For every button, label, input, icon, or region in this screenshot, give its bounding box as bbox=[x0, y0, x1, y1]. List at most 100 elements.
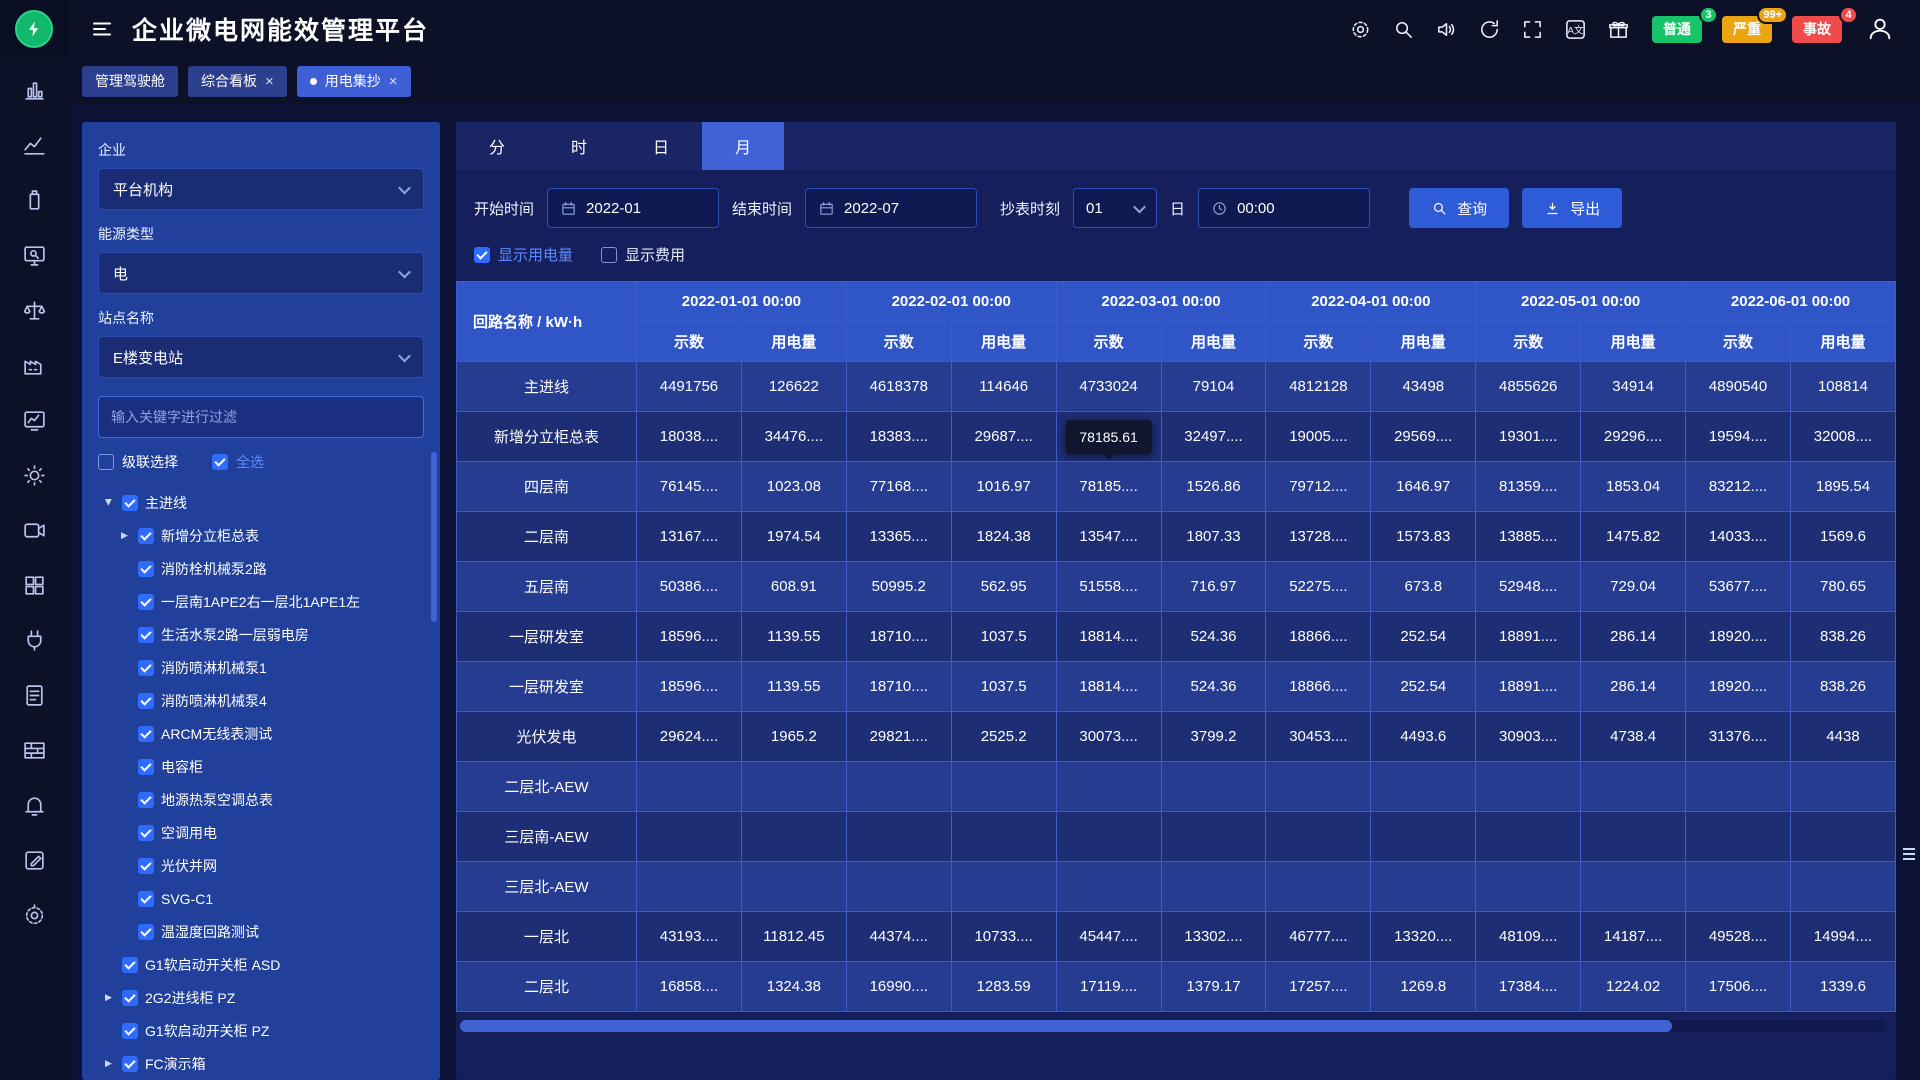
tab-管理驾驶舱[interactable]: 管理驾驶舱 bbox=[82, 66, 178, 97]
tree-scrollbar[interactable] bbox=[431, 452, 437, 622]
caret-down-icon[interactable]: ▶ bbox=[103, 496, 114, 509]
trend-icon[interactable] bbox=[22, 408, 47, 433]
table-row[interactable]: 一层研发室18596....1139.5518710....1037.51881… bbox=[457, 612, 1896, 662]
tree-checkbox[interactable] bbox=[138, 660, 154, 676]
tab-综合看板[interactable]: 综合看板× bbox=[188, 66, 287, 97]
badge-severe[interactable]: 严重99+ bbox=[1722, 16, 1772, 43]
tree-item[interactable]: ▶主进线 bbox=[98, 486, 424, 519]
chart-line-icon[interactable] bbox=[22, 133, 47, 158]
tree-checkbox[interactable] bbox=[138, 726, 154, 742]
menu-toggle-icon[interactable] bbox=[90, 17, 114, 41]
tree-item[interactable]: ▶SVG-C1 bbox=[98, 882, 424, 915]
tree-item[interactable]: ▶FC演示箱 bbox=[98, 1047, 424, 1080]
tree-checkbox[interactable] bbox=[138, 825, 154, 841]
alarm-icon[interactable] bbox=[22, 793, 47, 818]
show-cost-checkbox[interactable] bbox=[601, 247, 617, 263]
tree-checkbox[interactable] bbox=[138, 858, 154, 874]
caret-right-icon[interactable]: ▶ bbox=[102, 1058, 115, 1069]
tree-item[interactable]: ▶电容柜 bbox=[98, 750, 424, 783]
sun-icon[interactable] bbox=[22, 463, 47, 488]
tree-checkbox[interactable] bbox=[138, 693, 154, 709]
cascade-checkbox[interactable] bbox=[98, 454, 114, 470]
battery-icon[interactable] bbox=[22, 188, 47, 213]
fullscreen-icon[interactable] bbox=[1521, 18, 1544, 41]
refresh-icon[interactable] bbox=[1478, 18, 1501, 41]
document-icon[interactable] bbox=[22, 683, 47, 708]
select-all-checkbox[interactable] bbox=[212, 454, 228, 470]
tree-checkbox[interactable] bbox=[122, 990, 138, 1006]
chart-bar-icon[interactable] bbox=[22, 78, 47, 103]
search-icon[interactable] bbox=[1392, 18, 1415, 41]
tree-checkbox[interactable] bbox=[138, 792, 154, 808]
tree-item[interactable]: ▶新增分立柜总表 bbox=[98, 519, 424, 552]
table-row[interactable]: 新增分立柜总表18038....34476....18383....29687.… bbox=[457, 412, 1896, 462]
show-cost-option[interactable]: 显示费用 bbox=[601, 244, 685, 265]
tree-checkbox[interactable] bbox=[138, 924, 154, 940]
tab-用电集抄[interactable]: 用电集抄× bbox=[297, 66, 411, 97]
tree-filter-input[interactable] bbox=[111, 409, 411, 425]
granularity-tab-日[interactable]: 日 bbox=[620, 122, 702, 170]
edit-icon[interactable] bbox=[22, 848, 47, 873]
tree-checkbox[interactable] bbox=[138, 627, 154, 643]
table-row[interactable]: 四层南76145....1023.0877168....1016.9778185… bbox=[457, 462, 1896, 512]
translate-icon[interactable]: A文 bbox=[1564, 18, 1587, 41]
app-logo[interactable] bbox=[0, 0, 68, 58]
volume-icon[interactable] bbox=[1435, 18, 1458, 41]
tree-item[interactable]: ▶G1软启动开关柜 ASD bbox=[98, 948, 424, 981]
badge-normal[interactable]: 普通3 bbox=[1652, 16, 1702, 43]
tree-item[interactable]: ▶光伏并网 bbox=[98, 849, 424, 882]
table-row[interactable]: 二层北-AEW bbox=[457, 762, 1896, 812]
tree-item[interactable]: ▶ARCM无线表测试 bbox=[98, 717, 424, 750]
tree-checkbox[interactable] bbox=[138, 528, 154, 544]
query-button[interactable]: 查询 bbox=[1409, 188, 1509, 228]
tree-item[interactable]: ▶空调用电 bbox=[98, 816, 424, 849]
panel-drag-handle[interactable] bbox=[1901, 838, 1917, 870]
tab-close-icon[interactable]: × bbox=[389, 74, 398, 89]
gear-sound-icon[interactable] bbox=[22, 903, 47, 928]
tree-item[interactable]: ▶地源热泵空调总表 bbox=[98, 783, 424, 816]
badge-accident[interactable]: 事故4 bbox=[1792, 16, 1842, 43]
tree-item[interactable]: ▶温湿度回路测试 bbox=[98, 915, 424, 948]
table-row[interactable]: 二层北16858....1324.3816990....1283.5917119… bbox=[457, 962, 1896, 1012]
export-button[interactable]: 导出 bbox=[1522, 188, 1622, 228]
granularity-tab-时[interactable]: 时 bbox=[538, 122, 620, 170]
table-row[interactable]: 三层南-AEW bbox=[457, 812, 1896, 862]
show-energy-checkbox[interactable] bbox=[474, 247, 490, 263]
tree-checkbox[interactable] bbox=[138, 561, 154, 577]
tree-item[interactable]: ▶生活水泵2路一层弱电房 bbox=[98, 618, 424, 651]
table-row[interactable]: 一层北43193....11812.4544374....10733....45… bbox=[457, 912, 1896, 962]
tree-item[interactable]: ▶消防喷淋机械泵1 bbox=[98, 651, 424, 684]
caret-right-icon[interactable]: ▶ bbox=[118, 530, 131, 541]
gear-icon[interactable] bbox=[1349, 18, 1372, 41]
tree-item[interactable]: ▶消防喷淋机械泵4 bbox=[98, 684, 424, 717]
user-icon[interactable] bbox=[1866, 15, 1894, 43]
horizontal-scrollbar-thumb[interactable] bbox=[460, 1020, 1672, 1032]
table-row[interactable]: 光伏发电29624....1965.229821....2525.230073.… bbox=[457, 712, 1896, 762]
show-energy-option[interactable]: 显示用电量 bbox=[474, 244, 573, 265]
start-date-input[interactable]: 2022-01 bbox=[547, 188, 719, 228]
tree-item[interactable]: ▶消防栓机械泵2路 bbox=[98, 552, 424, 585]
meter-clock-input[interactable]: 00:00 bbox=[1198, 188, 1370, 228]
grid-icon[interactable] bbox=[22, 573, 47, 598]
org-select[interactable]: 平台机构 bbox=[98, 168, 424, 210]
tree-checkbox[interactable] bbox=[138, 759, 154, 775]
tree-item[interactable]: ▶G1软启动开关柜 PZ bbox=[98, 1014, 424, 1047]
wall-icon[interactable] bbox=[22, 738, 47, 763]
energy-type-select[interactable]: 电 bbox=[98, 252, 424, 294]
tree-checkbox[interactable] bbox=[138, 594, 154, 610]
tree-checkbox[interactable] bbox=[122, 495, 138, 511]
scale-icon[interactable] bbox=[22, 298, 47, 323]
station-select[interactable]: E楼变电站 bbox=[98, 336, 424, 378]
tree-checkbox[interactable] bbox=[122, 1023, 138, 1039]
granularity-tab-月[interactable]: 月 bbox=[702, 122, 784, 170]
table-row[interactable]: 一层研发室18596....1139.5518710....1037.51881… bbox=[457, 662, 1896, 712]
plug-icon[interactable] bbox=[22, 628, 47, 653]
camera-icon[interactable] bbox=[22, 518, 47, 543]
monitor-search-icon[interactable] bbox=[22, 243, 47, 268]
gift-icon[interactable] bbox=[1607, 18, 1630, 41]
table-row[interactable]: 三层北-AEW bbox=[457, 862, 1896, 912]
caret-right-icon[interactable]: ▶ bbox=[102, 992, 115, 1003]
end-date-input[interactable]: 2022-07 bbox=[805, 188, 977, 228]
factory-icon[interactable] bbox=[22, 353, 47, 378]
tree-item[interactable]: ▶一层南1APE2右一层北1APE1左 bbox=[98, 585, 424, 618]
